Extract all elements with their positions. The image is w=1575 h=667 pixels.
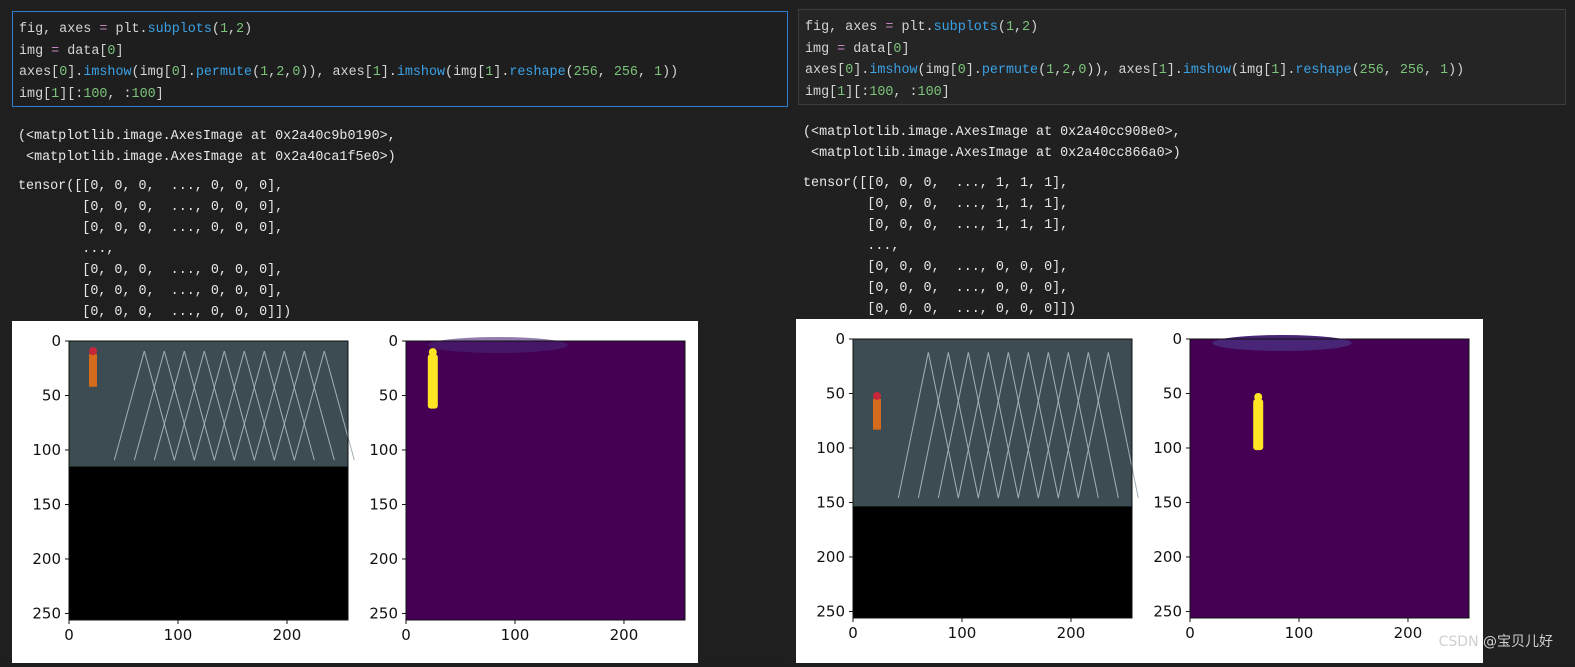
y-tick-label: 100 xyxy=(369,441,398,459)
y-tick-label: 50 xyxy=(42,386,61,404)
x-tick-label: 200 xyxy=(1057,624,1086,642)
mask-person-head xyxy=(1254,392,1263,401)
x-tick-label: 0 xyxy=(64,626,74,644)
y-tick-label: 150 xyxy=(32,495,61,513)
y-tick-label: 0 xyxy=(1172,330,1182,348)
code-line: axes[0].imshow(img[0].permute(1,2,0)), a… xyxy=(19,65,679,81)
output-repr: (<matplotlib.image.AxesImage at 0x2a40cc… xyxy=(803,125,1181,161)
rgb-axes: 0501001502002500 100 200 xyxy=(816,330,1139,642)
x-tick-label: 0 xyxy=(848,624,858,642)
y-tick-label: 0 xyxy=(388,332,398,350)
y-tick-label: 250 xyxy=(369,604,398,622)
x-tick-label: 100 xyxy=(948,624,977,642)
left-notebook-panel: fig, axes = plt.subplots(1,2) img = data… xyxy=(0,0,790,663)
code-line: fig, axes = plt.subplots(1,2) xyxy=(805,20,1039,35)
photo-region xyxy=(69,341,348,467)
rgb-axes: 0501001502002500 100 200 xyxy=(32,332,355,644)
y-tick-label: 250 xyxy=(816,602,845,620)
person-head xyxy=(89,347,97,356)
matplotlib-figure: 0 50 100 150 200 250 0 100 200 0 50 100 150 200 250 0 10… xyxy=(796,319,1483,663)
right-notebook-panel: fig, axes = plt.subplots(1,2) img = data… xyxy=(790,0,1575,663)
code-line: axes[0].imshow(img[0].permute(1,2,0)), a… xyxy=(805,63,1465,79)
x-tick-label: 200 xyxy=(610,626,639,644)
y-tick-label: 200 xyxy=(32,550,61,568)
mask-background xyxy=(406,341,685,620)
x-tick-label: 100 xyxy=(1285,624,1314,642)
output-tensor: tensor([[0, 0, 0, ..., 1, 1, 1], [0, 0, … xyxy=(803,176,1077,317)
mask-region xyxy=(428,337,568,353)
x-tick-label: 0 xyxy=(401,626,411,644)
y-tick-label: 150 xyxy=(816,493,845,511)
x-tick-label: 100 xyxy=(501,626,530,644)
code-cell[interactable]: fig, axes = plt.subplots(1,2) img = data… xyxy=(12,11,788,107)
y-tick-label: 250 xyxy=(32,604,61,622)
y-tick-label: 200 xyxy=(1153,548,1182,566)
mask-person xyxy=(1253,398,1264,451)
person-figure xyxy=(873,398,881,430)
y-tick-label: 0 xyxy=(835,330,845,348)
output-tensor: tensor([[0, 0, 0, ..., 0, 0, 0], [0, 0, … xyxy=(18,179,292,320)
y-tick-label: 250 xyxy=(1153,602,1182,620)
code-line: img = data[0] xyxy=(19,43,124,59)
x-tick-label: 100 xyxy=(164,626,193,644)
mask-region xyxy=(1212,335,1352,351)
y-tick-label: 100 xyxy=(32,441,61,459)
x-tick-label: 0 xyxy=(1185,624,1195,642)
photo-region xyxy=(853,339,1132,507)
y-tick-label: 50 xyxy=(379,386,398,404)
code-editor[interactable]: fig, axes = plt.subplots(1,2) img = data… xyxy=(13,12,787,105)
person-head xyxy=(873,391,881,400)
code-editor[interactable]: fig, axes = plt.subplots(1,2) img = data… xyxy=(799,10,1565,103)
y-tick-label: 200 xyxy=(816,548,845,566)
y-tick-label: 150 xyxy=(369,495,398,513)
figure-canvas: 0501001502002500 100 2000501001502002500 10… xyxy=(816,330,1470,642)
mask-axes: 0501001502002500 100 200 xyxy=(369,332,686,644)
output-repr: (<matplotlib.image.AxesImage at 0x2a40c9… xyxy=(18,129,396,165)
person-figure xyxy=(89,354,97,387)
matplotlib-figure: 0 50 100 150 200 250 0 100 200 0 50 100 150 200 250 0 10… xyxy=(12,321,698,663)
code-line: img = data[0] xyxy=(805,41,910,57)
y-tick-label: 100 xyxy=(816,439,845,457)
y-tick-label: 150 xyxy=(1153,493,1182,511)
mask-person xyxy=(427,354,438,409)
mask-background xyxy=(1190,339,1469,618)
code-cell[interactable]: fig, axes = plt.subplots(1,2) img = data… xyxy=(798,9,1566,105)
x-tick-label: 200 xyxy=(1394,624,1423,642)
y-tick-label: 200 xyxy=(369,550,398,568)
y-tick-label: 0 xyxy=(51,332,61,350)
code-line: fig, axes = plt.subplots(1,2) xyxy=(19,22,253,37)
y-tick-label: 100 xyxy=(1153,439,1182,457)
y-tick-label: 50 xyxy=(1163,384,1182,402)
mask-axes: 0501001502002500 100 200 xyxy=(1153,330,1470,642)
mask-person-head xyxy=(428,348,437,357)
y-tick-label: 50 xyxy=(826,384,845,402)
code-line: img[1][:100, :100] xyxy=(19,86,164,102)
code-line: img[1][:100, :100] xyxy=(805,84,950,100)
x-tick-label: 200 xyxy=(273,626,302,644)
watermark: CSDN @宝贝儿好 xyxy=(1438,634,1553,650)
figure-canvas: 0501001502002500 100 2000501001502002500 10… xyxy=(32,332,686,644)
